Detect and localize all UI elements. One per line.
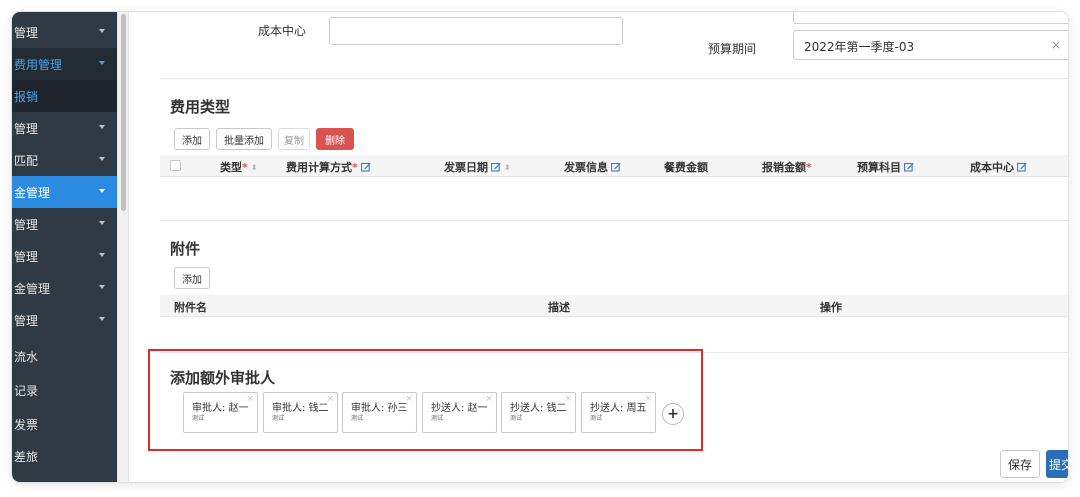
col-calc-method[interactable]: 费用计算方式*: [286, 159, 371, 175]
chevron-down-icon: [99, 125, 105, 129]
edit-icon[interactable]: [904, 162, 914, 172]
top-field[interactable]: [793, 12, 1068, 24]
edit-icon[interactable]: [611, 162, 621, 172]
cost-center-input[interactable]: [329, 17, 623, 45]
approver-tag[interactable]: 审批人: 孙三 测试 ×: [342, 392, 417, 433]
sidebar-item-label: 管理: [14, 25, 39, 40]
sort-icon[interactable]: ⬍: [251, 163, 258, 172]
cc-tag[interactable]: 抄送人: 钱二 测试 ×: [501, 392, 576, 433]
sidebar-item-label: 金管理: [14, 185, 51, 200]
edit-icon[interactable]: [491, 162, 501, 172]
cc-tag[interactable]: 抄送人: 赵一 测试 ×: [422, 392, 497, 433]
chevron-down-icon: [99, 29, 105, 33]
close-icon[interactable]: ×: [326, 394, 334, 404]
main-content: 成本中心 预算期间 2022年第一季度-03 × ▾ 费用类型 添加 批量添加 …: [130, 12, 1068, 482]
sidebar-item-11[interactable]: 流水: [12, 340, 117, 372]
sidebar-item-4[interactable]: 管理: [12, 112, 117, 144]
chevron-down-icon: [99, 285, 105, 289]
sidebar-item-1[interactable]: 管理: [12, 16, 117, 48]
sidebar-item-label: 管理: [14, 217, 39, 232]
sidebar-item-8[interactable]: 管理: [12, 240, 117, 272]
sidebar-item-label: 记录: [14, 383, 39, 398]
add-approver-button[interactable]: +: [662, 403, 684, 425]
submit-button[interactable]: 提交: [1046, 450, 1068, 478]
sidebar-item-10[interactable]: 管理: [12, 304, 117, 336]
expense-section-title: 费用类型: [170, 98, 231, 116]
sidebar-item-label: 金管理: [14, 281, 51, 296]
sidebar-subitem-reimbursement[interactable]: 报销: [12, 80, 117, 112]
divider: [160, 78, 1068, 79]
copy-button[interactable]: 复制: [278, 128, 310, 150]
cc-tag[interactable]: 抄送人: 周五 测试 ×: [581, 392, 656, 433]
sidebar-item-label: 流水: [14, 349, 39, 364]
col-reimburse-amount[interactable]: 报销金额*: [762, 159, 812, 175]
sidebar-item-12[interactable]: 记录: [12, 374, 117, 406]
sidebar-item-label: 费用管理: [14, 57, 63, 72]
attachments-section-title: 附件: [170, 240, 201, 258]
sidebar-item-label: 差旅: [14, 449, 39, 464]
sidebar-item-label: 匹配: [14, 153, 39, 168]
select-all-checkbox[interactable]: [170, 160, 181, 171]
cost-center-label: 成本中心: [258, 24, 307, 38]
add-attachment-button[interactable]: 添加: [174, 267, 210, 289]
col-cost-center[interactable]: 成本中心: [970, 159, 1027, 175]
budget-period-label: 预算期间: [708, 42, 757, 56]
chevron-down-icon: [99, 189, 105, 193]
bulk-add-button[interactable]: 批量添加: [216, 128, 272, 150]
col-meal-amount[interactable]: 餐费金额: [664, 159, 708, 175]
chevron-down-icon: [99, 221, 105, 225]
col-invoice-date[interactable]: 发票日期 ⬍: [444, 159, 511, 175]
divider: [160, 220, 1068, 221]
sidebar-item-label: 报销: [14, 89, 39, 104]
save-button[interactable]: 保存: [1000, 450, 1040, 478]
close-icon[interactable]: ×: [564, 394, 572, 404]
chevron-down-icon: [99, 317, 105, 321]
col-budget-subject[interactable]: 预算科目: [857, 159, 914, 175]
expense-table-header: 类型* ⬍ 费用计算方式* 发票日期 ⬍ 发票信息 餐费金额 报销金额* 预算科目 …: [160, 155, 1068, 177]
edit-icon[interactable]: [1017, 162, 1027, 172]
app-window: 管理 费用管理 报销 管理 匹配 金管理 管理 管理 金管理 管理 流水 记录 …: [12, 12, 1068, 482]
chevron-down-icon: [99, 253, 105, 257]
col-description[interactable]: 描述: [548, 299, 570, 315]
col-file-name[interactable]: 附件名: [174, 299, 207, 315]
close-icon[interactable]: ×: [246, 394, 254, 404]
sidebar-item-7[interactable]: 管理: [12, 208, 117, 240]
sidebar-item-label: 管理: [14, 313, 39, 328]
sidebar-item-label: 管理: [14, 249, 39, 264]
sidebar-item-label: 发票: [14, 417, 39, 432]
scrollbar-thumb[interactable]: [121, 14, 126, 211]
sidebar-item-9[interactable]: 金管理: [12, 272, 117, 304]
sidebar-item-14[interactable]: 差旅: [12, 440, 117, 472]
chevron-down-icon: [99, 61, 105, 65]
sidebar-item-13[interactable]: 发票: [12, 408, 117, 440]
budget-period-select[interactable]: 2022年第一季度-03 × ▾: [793, 30, 1068, 60]
chevron-down-icon: [99, 157, 105, 161]
sidebar-item-active[interactable]: 金管理: [12, 176, 117, 208]
budget-period-value: 2022年第一季度-03: [804, 40, 915, 54]
close-icon[interactable]: ×: [405, 394, 413, 404]
approver-tag[interactable]: 审批人: 钱二 测试 ×: [263, 392, 338, 433]
delete-button[interactable]: 删除: [316, 128, 354, 150]
col-type[interactable]: 类型* ⬍: [220, 159, 257, 175]
sort-icon[interactable]: ⬍: [504, 163, 511, 172]
clear-icon[interactable]: ×: [1051, 38, 1061, 52]
approvers-section-title: 添加额外审批人: [170, 369, 276, 387]
sidebar-item-5[interactable]: 匹配: [12, 144, 117, 176]
sidebar: 管理 费用管理 报销 管理 匹配 金管理 管理 管理 金管理 管理 流水 记录 …: [12, 12, 117, 482]
edit-icon[interactable]: [360, 162, 371, 172]
add-expense-button[interactable]: 添加: [174, 128, 210, 150]
attachment-table-header: 附件名 描述 操作: [160, 295, 1068, 317]
col-actions[interactable]: 操作: [820, 299, 842, 315]
sidebar-scrollbar[interactable]: [117, 12, 129, 482]
col-invoice-info[interactable]: 发票信息: [564, 159, 621, 175]
approver-tag[interactable]: 审批人: 赵一 测试 ×: [183, 392, 258, 433]
close-icon[interactable]: ×: [644, 394, 652, 404]
sidebar-item-expense-management[interactable]: 费用管理: [12, 48, 117, 80]
sidebar-item-label: 管理: [14, 121, 39, 136]
close-icon[interactable]: ×: [485, 394, 493, 404]
